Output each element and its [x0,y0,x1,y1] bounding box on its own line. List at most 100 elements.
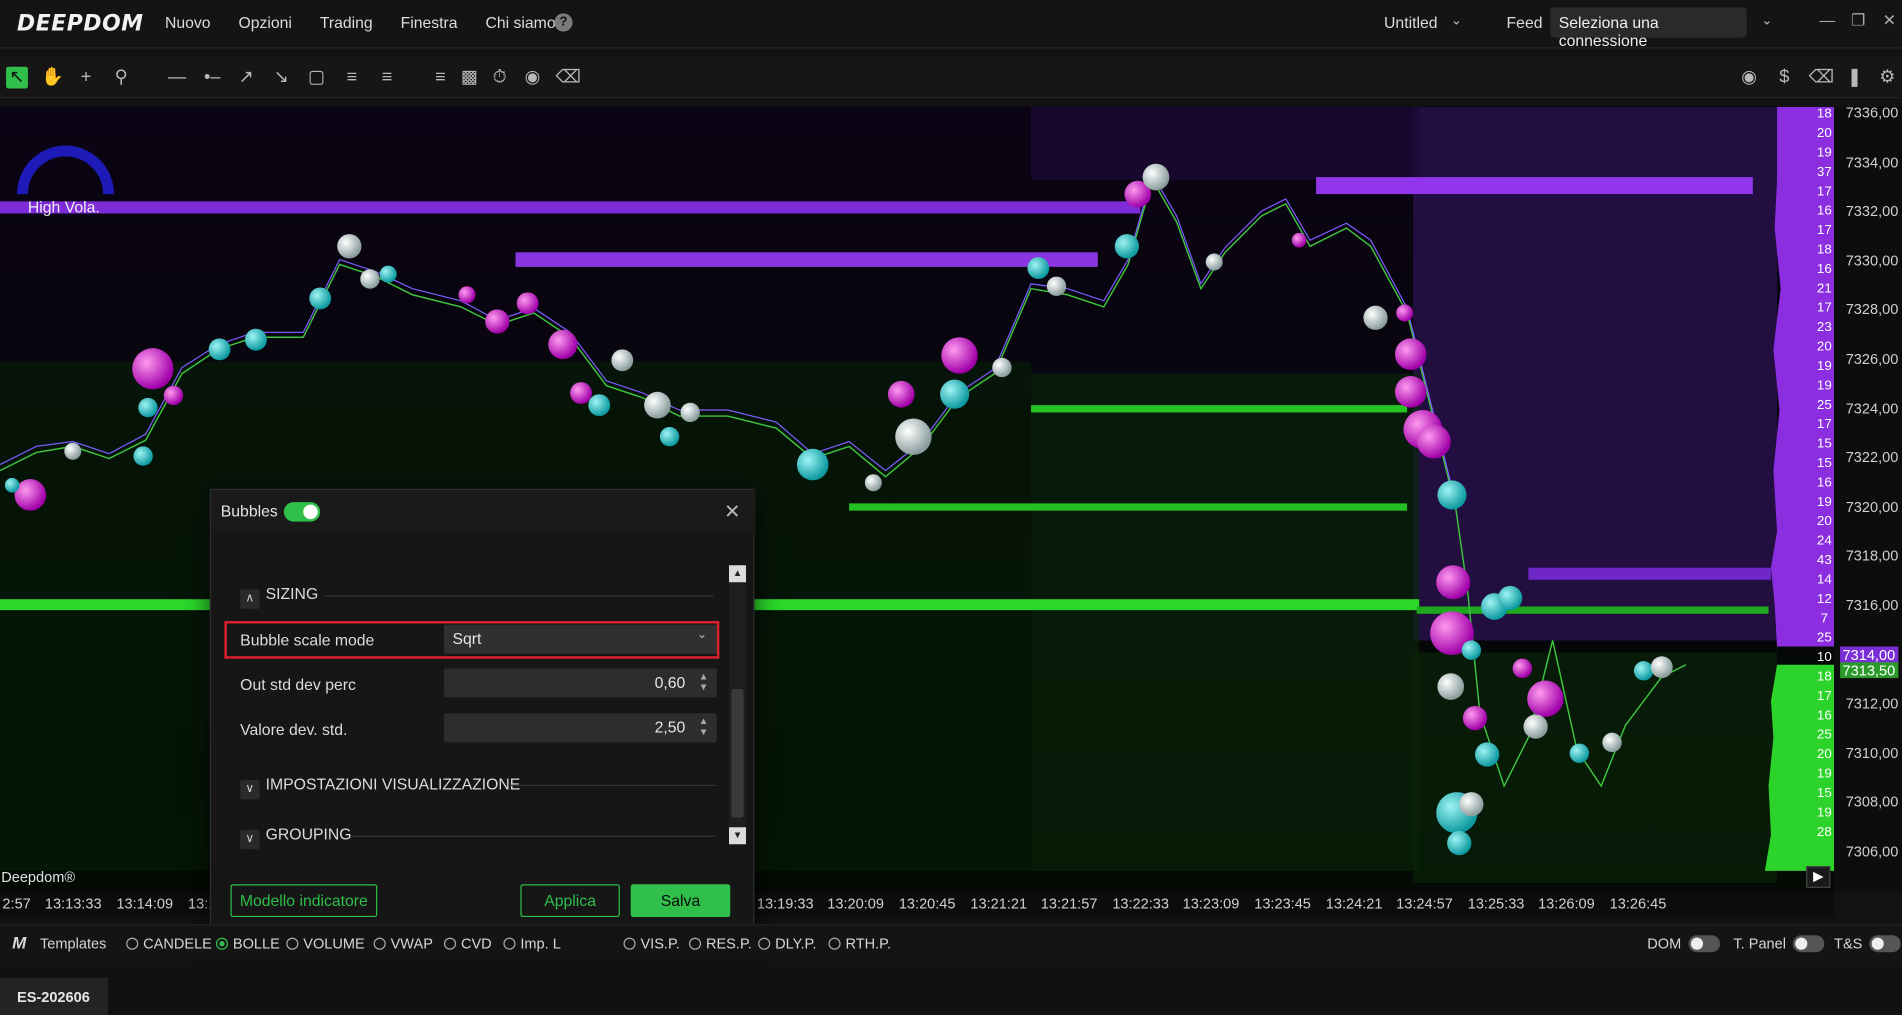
pointer-icon[interactable]: ↖ [6,66,28,89]
template-bar: M Templates CANDELE BOLLE VOLUME VWAP CVD Imp… [0,924,1902,961]
menu-finestra[interactable]: Finestra [401,13,458,31]
radio-icon[interactable] [126,937,139,950]
close-icon[interactable]: ✕ [724,500,740,524]
radio-icon[interactable] [503,937,516,950]
radio-icon[interactable] [828,937,841,950]
chevron-down-icon[interactable]: ⌄ [1451,12,1462,28]
toggle-ts[interactable]: T&S [1834,935,1902,953]
volume-profile-value: 15 [1816,786,1832,801]
template-radio-candele[interactable]: CANDELE [126,935,212,952]
help-icon[interactable]: ? [554,13,573,32]
toggle-dom[interactable]: DOM [1647,935,1721,953]
section-sizing[interactable]: ∧ SIZING [240,585,318,609]
volume-profile-value: 16 [1816,475,1832,491]
price-tick: 7322,00 [1845,449,1899,467]
symbol-tab[interactable]: ES-202606 [0,977,108,1015]
play-icon[interactable]: ▶ [1806,866,1831,888]
comment-icon[interactable]: ◉ [522,67,544,89]
hline-icon[interactable]: — [166,67,188,89]
toggle-switch[interactable] [1869,935,1902,953]
menu-opzioni[interactable]: Opzioni [238,13,291,31]
toggle-switch[interactable] [1688,935,1721,953]
section-grouping[interactable]: ∨ GROUPING [240,825,352,850]
menu-nuovo[interactable]: Nuovo [165,13,211,31]
valore-label: Valore dev. std. [240,720,348,739]
dialog-scrollbar[interactable]: ▲ ▼ [729,565,746,845]
template-radio-rth-p-[interactable]: RTH.P. [828,935,891,952]
rectangle-icon[interactable]: ▢ [306,67,328,89]
template-radio-vis-p-[interactable]: VIS.P. [623,935,680,952]
spinner-icon[interactable]: ▲ ▼ [699,716,709,738]
volume-bars-icon[interactable]: ▩ [459,67,481,89]
radio-icon[interactable] [758,937,771,950]
close-icon[interactable]: ✕ [1883,11,1896,30]
apply-button[interactable]: Applica [520,884,620,918]
minimize-icon[interactable]: — [1820,11,1836,29]
toggle-ts-label: T&S [1834,935,1863,953]
menu-chi-siamo[interactable]: Chi siamo [485,13,555,31]
ray-icon[interactable]: •– [201,67,223,89]
template-radio-cvd[interactable]: CVD [443,935,492,952]
chevron-down-icon[interactable]: ∨ [240,829,260,850]
connection-select[interactable]: Seleziona una connessione [1550,7,1747,50]
valore-value: 2,50 [654,718,686,737]
save-button[interactable]: Salva [630,884,731,918]
restore-icon[interactable]: ❐ [1851,11,1865,30]
lines-icon[interactable]: ≡ [341,67,363,89]
menu-trading[interactable]: Trading [320,13,373,31]
section-sizing-label: SIZING [265,584,319,603]
timer-icon[interactable]: ⏱ [489,67,511,89]
time-tick: 13:13:33 [44,895,102,913]
settings-sliders-icon[interactable]: ≡ [429,67,451,89]
fib-icon[interactable]: ≡ [376,67,398,89]
radio-icon[interactable] [623,937,636,950]
toggle-switch[interactable] [1793,935,1825,953]
chevron-down-icon[interactable]: ∨ [240,779,260,800]
section-visualizzazione[interactable]: ∨ IMPOSTAZIONI VISUALIZZAZIONE [240,775,520,800]
spinner-icon[interactable]: ▲ ▼ [699,671,709,693]
template-radio-res-p-[interactable]: RES.P. [688,935,752,952]
price-tick: 7326,00 [1845,350,1899,368]
bubbles-toggle[interactable] [283,502,321,522]
chevron-down-icon[interactable]: ⌄ [1761,12,1772,28]
radio-icon[interactable] [688,937,702,950]
chevron-up-icon[interactable]: ∧ [240,589,260,609]
radio-icon[interactable] [215,937,229,950]
pause-icon[interactable]: ❚ [1844,67,1866,89]
eraser-icon[interactable]: ⌫ [1809,67,1835,89]
gear-icon[interactable]: ⚙ [1877,67,1899,89]
scroll-down-icon[interactable]: ▼ [729,827,746,845]
radio-icon[interactable] [286,937,299,950]
time-tick: 13:25:33 [1467,895,1525,913]
trendline-icon[interactable]: ↗ [235,67,257,89]
volume-profile-value: 19 [1816,145,1832,161]
template-radio-imp-l[interactable]: Imp. L [503,935,561,952]
volume-profile-value: 23 [1816,320,1832,335]
camera-icon[interactable]: ◉ [1738,67,1760,89]
out-std-input[interactable]: 0,60 ▲ ▼ [443,668,717,698]
crosshair-icon[interactable]: + [75,67,97,89]
workspace-name[interactable]: Untitled [1384,13,1437,31]
template-radio-dly-p-[interactable]: DLY.P. [758,935,816,952]
price-axis[interactable]: 7336,00 7334,00 7332,00 7330,00 7328,00 7326,… [1834,104,1902,892]
volume-profile-value: 17 [1816,300,1832,316]
model-button[interactable]: Modello indicatore [230,884,378,918]
template-radio-vwap[interactable]: VWAP [373,935,433,952]
radio-icon[interactable] [443,937,457,950]
valore-input[interactable]: 2,50 ▲ ▼ [443,713,717,743]
eraser-icon[interactable]: ⌫ [556,67,582,89]
zoom-icon[interactable]: ⚲ [110,67,132,89]
scroll-up-icon[interactable]: ▲ [729,565,746,583]
toggle-tpanel[interactable]: T. Panel [1733,935,1825,953]
segment-icon[interactable]: ↘ [270,67,292,89]
dollar-icon[interactable]: $ [1773,67,1795,89]
volatility-gauge-icon [16,145,115,195]
template-radio-volume[interactable]: VOLUME [286,935,365,952]
out-std-value: 0,60 [654,673,686,692]
template-radio-bolle[interactable]: BOLLE [215,935,280,952]
radio-icon[interactable] [373,937,386,950]
highlight-box [224,621,720,659]
templates-label[interactable]: Templates [40,935,106,952]
hand-icon[interactable]: ✋ [41,67,64,89]
scroll-thumb[interactable] [731,688,744,818]
